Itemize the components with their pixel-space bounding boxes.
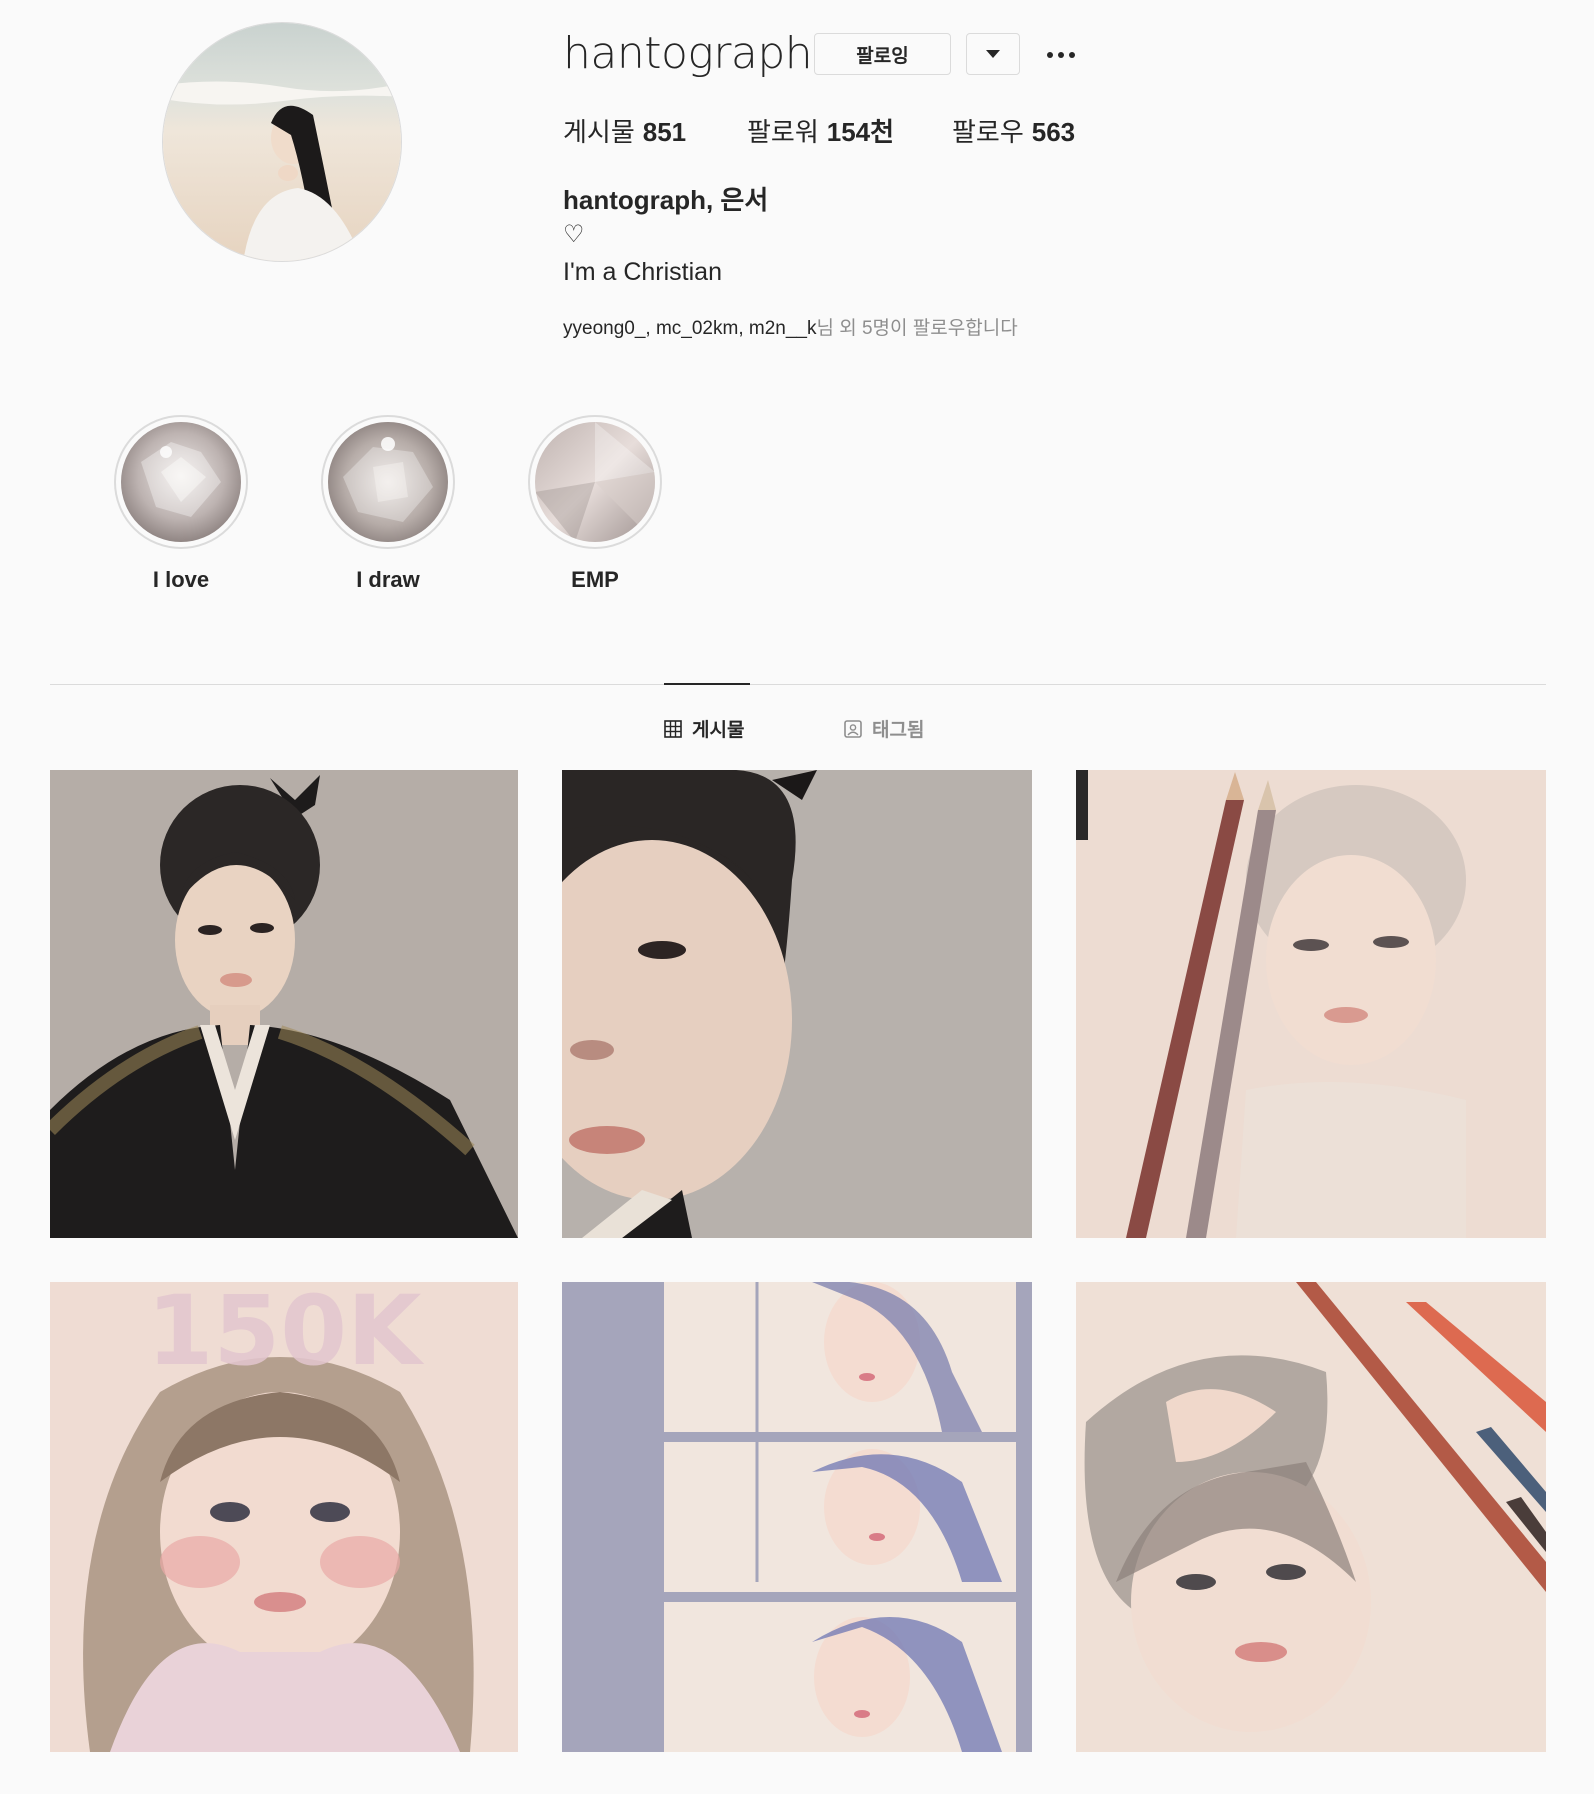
post-image-portrait-with-pencils xyxy=(1076,1282,1546,1752)
highlight-thumbnail xyxy=(121,422,241,542)
post-thumbnail[interactable] xyxy=(562,770,1032,1238)
highlight-ring xyxy=(114,415,248,549)
profile-stats: 게시물 851 팔로워 154천 팔로우 563 xyxy=(563,112,1075,149)
profile-full-name: hantograph, 은서 xyxy=(563,185,769,215)
followed-by-suffix: 님 외 5명이 팔로우합니다 xyxy=(816,318,1018,339)
post-thumbnail[interactable] xyxy=(562,1282,1032,1752)
posts-count-label: 게시물 xyxy=(563,117,635,147)
post-image-150k-portrait: 150K xyxy=(50,1282,518,1752)
post-thumbnail[interactable]: 150K xyxy=(50,1282,518,1752)
highlight-label: EMP xyxy=(571,567,619,592)
highlight-label: I draw xyxy=(356,567,420,592)
posts-count: 게시물 851 xyxy=(563,112,747,149)
profile-username: hantograph xyxy=(563,28,813,79)
followers-count-label: 팔로워 xyxy=(747,117,819,147)
highlight-thumbnail xyxy=(535,422,655,542)
post-thumbnail[interactable] xyxy=(1076,770,1546,1238)
suggestions-dropdown-button[interactable] xyxy=(966,33,1020,75)
following-count[interactable]: 팔로우 563 xyxy=(952,112,1075,149)
bio-heart: ♡ xyxy=(563,221,585,248)
post-image-closeup-portrait xyxy=(562,770,1032,1238)
following-count-value: 563 xyxy=(1031,117,1076,147)
followed-by[interactable]: yyeong0_, mc_02km, m2n__k님 외 5명이 팔로우합니다 xyxy=(563,313,1018,340)
tab-posts[interactable]: 게시물 xyxy=(664,715,744,742)
tab-tagged[interactable]: 태그됨 xyxy=(844,715,924,742)
post-thumbnail[interactable] xyxy=(1076,1282,1546,1752)
caret-down-icon xyxy=(986,49,1000,58)
post-image-three-panel-portraits xyxy=(562,1282,1032,1752)
avatar-image xyxy=(163,23,401,261)
highlight-emp[interactable]: EMP xyxy=(520,415,670,593)
posts-count-value: 851 xyxy=(642,117,687,147)
followers-count[interactable]: 팔로워 154천 xyxy=(747,112,952,149)
tagged-person-icon xyxy=(844,719,862,738)
profile-avatar[interactable] xyxy=(162,22,402,262)
highlight-i-love[interactable]: I love xyxy=(106,415,256,593)
more-options-icon[interactable] xyxy=(1044,44,1078,66)
grid-icon xyxy=(664,719,682,738)
profile-page: hantograph 팔로잉 게시물 851 팔로워 154천 팔로우 563 … xyxy=(0,0,1594,1794)
active-tab-indicator xyxy=(664,683,750,685)
tabs-divider xyxy=(50,684,1546,685)
following-count-label: 팔로우 xyxy=(952,117,1024,147)
highlight-label: I love xyxy=(152,567,210,592)
highlight-i-draw[interactable]: I draw xyxy=(313,415,463,593)
post-overlay-text: 150K xyxy=(147,1282,425,1387)
highlight-ring xyxy=(528,415,662,549)
following-button[interactable]: 팔로잉 xyxy=(814,33,951,75)
post-thumbnail[interactable] xyxy=(50,770,518,1238)
followers-count-value: 154천 xyxy=(826,117,895,147)
post-image-hanbok-portrait xyxy=(50,770,518,1238)
tab-tagged-label: 태그됨 xyxy=(872,720,925,741)
bio-text: I'm a Christian xyxy=(563,258,722,286)
tab-posts-label: 게시물 xyxy=(692,720,745,741)
highlight-ring xyxy=(321,415,455,549)
followed-by-names[interactable]: yyeong0_, mc_02km, m2n__k xyxy=(563,318,816,339)
highlight-thumbnail xyxy=(328,422,448,542)
post-image-sketch-with-pencils xyxy=(1076,770,1546,1238)
